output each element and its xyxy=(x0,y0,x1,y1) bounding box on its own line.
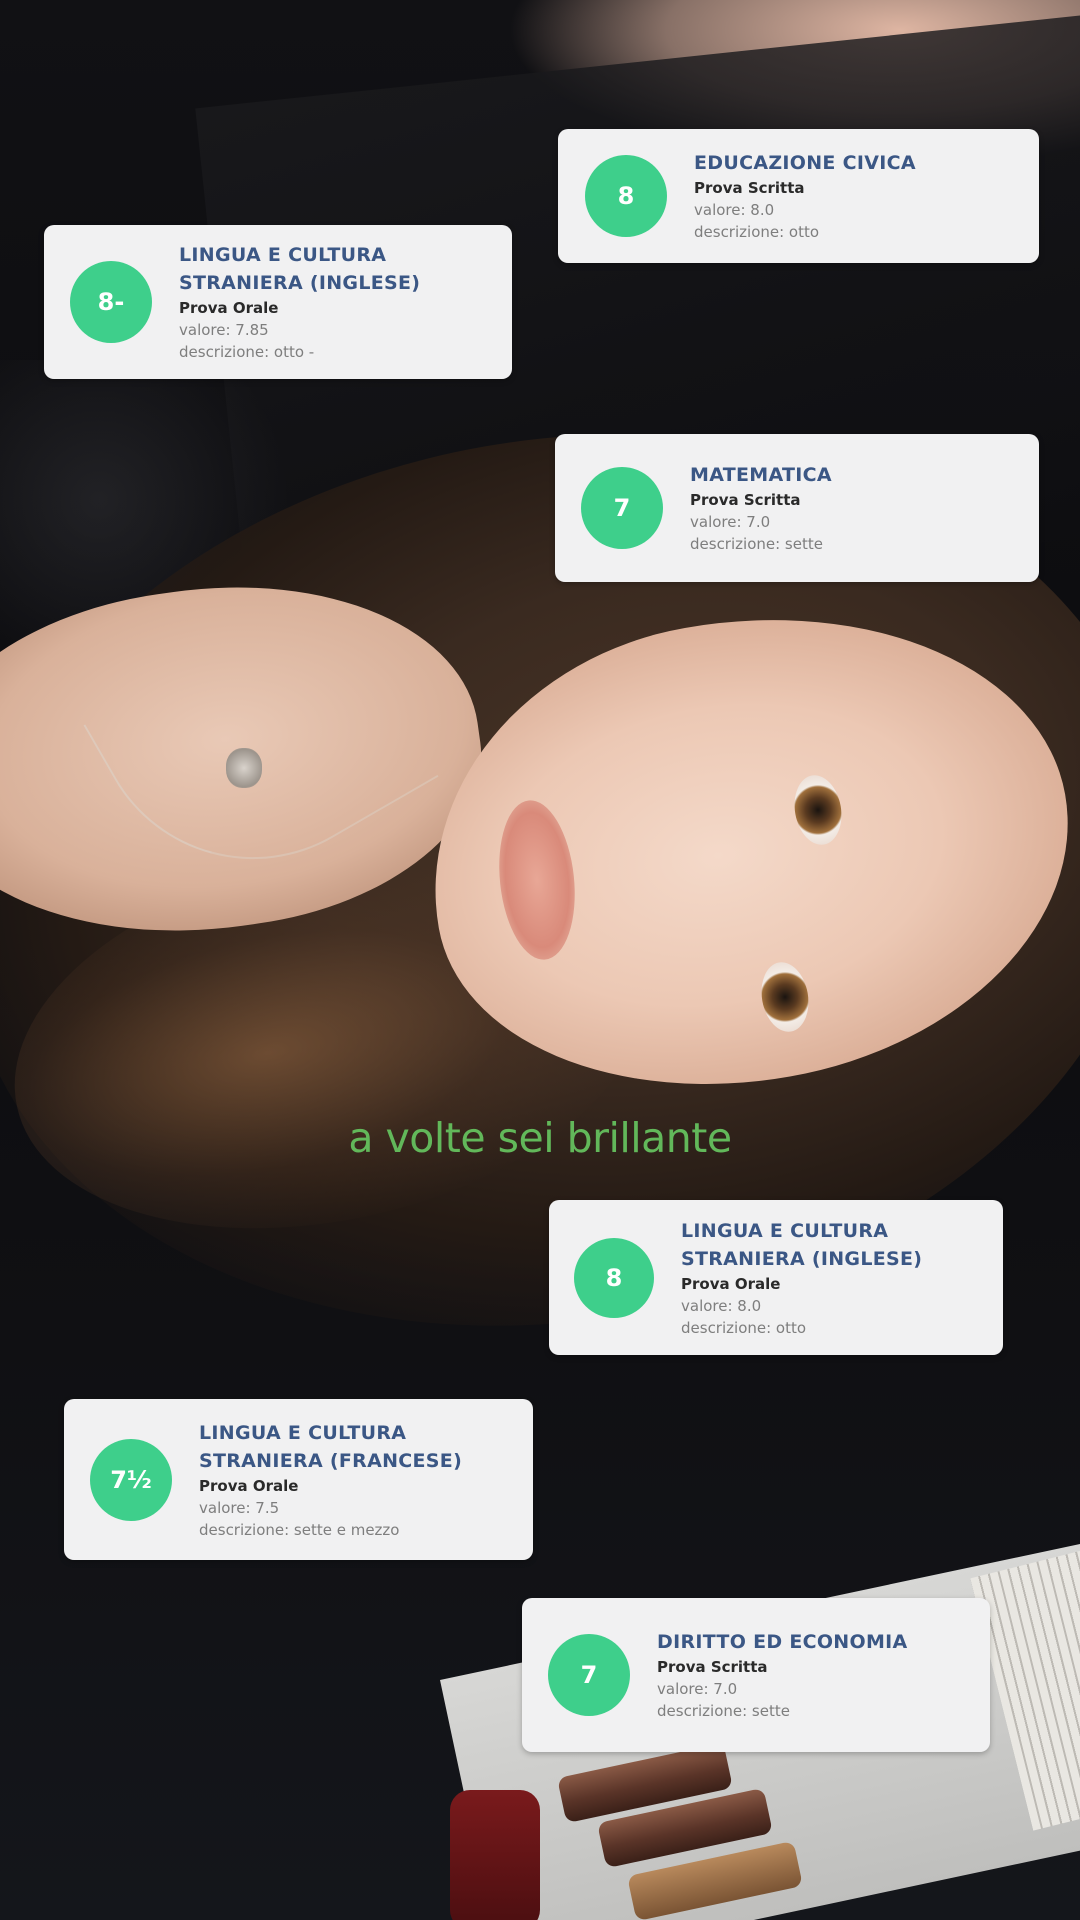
caption-text: a volte sei brillante xyxy=(348,1114,732,1162)
subject-name: LINGUA E CULTURA STRANIERA (INGLESE) xyxy=(681,1219,923,1270)
subject-name: MATEMATICA xyxy=(690,464,832,486)
grade-description: descrizione: otto xyxy=(694,223,820,241)
test-type: Prova Scritta xyxy=(657,1658,768,1676)
grade-badge: 8 xyxy=(574,1237,654,1318)
grade-details: LINGUA E CULTURA STRANIERA (INGLESE) Pro… xyxy=(179,241,469,363)
test-type: Prova Scritta xyxy=(690,491,801,509)
test-type: Prova Orale xyxy=(681,1274,781,1293)
grade-card: 8 EDUCAZIONE CIVICA Prova Scritta valore… xyxy=(558,129,1039,263)
grade-description: descrizione: sette xyxy=(690,535,823,553)
grade-card: 8 LINGUA E CULTURA STRANIERA (INGLESE) P… xyxy=(549,1200,1003,1355)
grade-card: 7 DIRITTO ED ECONOMIA Prova Scritta valo… xyxy=(522,1598,990,1752)
grade-card: 8- LINGUA E CULTURA STRANIERA (INGLESE) … xyxy=(44,225,512,379)
grade-description: descrizione: otto - xyxy=(179,343,315,361)
test-type: Prova Scritta xyxy=(694,179,805,197)
subject-name: DIRITTO ED ECONOMIA xyxy=(657,1631,908,1653)
test-type: Prova Orale xyxy=(199,1476,299,1495)
grade-badge: 7 xyxy=(581,467,663,549)
grade-badge: 8 xyxy=(585,155,667,237)
grade-value: valore: 7.5 xyxy=(199,1498,280,1517)
grade-description: descrizione: sette xyxy=(657,1702,790,1720)
grade-badge: 7 xyxy=(548,1634,630,1716)
subject-name: LINGUA E CULTURA STRANIERA (INGLESE) xyxy=(179,244,421,294)
grade-description: descrizione: otto xyxy=(681,1318,807,1337)
grade-details: LINGUA E CULTURA STRANIERA (FRANCESE) Pr… xyxy=(199,1419,499,1541)
subject-name: EDUCAZIONE CIVICA xyxy=(694,152,916,174)
grade-value: valore: 8.0 xyxy=(694,201,775,219)
grade-value: valore: 8.0 xyxy=(681,1296,762,1315)
grade-card: 7½ LINGUA E CULTURA STRANIERA (FRANCESE)… xyxy=(64,1399,533,1560)
grade-badge: 8- xyxy=(70,261,152,343)
test-type: Prova Orale xyxy=(179,299,279,317)
grade-details: MATEMATICA Prova Scritta valore: 7.0 des… xyxy=(690,461,832,555)
red-bag xyxy=(450,1790,540,1920)
subject-name: LINGUA E CULTURA STRANIERA (FRANCESE) xyxy=(199,1421,463,1472)
grade-details: EDUCAZIONE CIVICA Prova Scritta valore: … xyxy=(694,149,916,243)
grade-card: 7 MATEMATICA Prova Scritta valore: 7.0 d… xyxy=(555,434,1039,582)
grade-details: LINGUA E CULTURA STRANIERA (INGLESE) Pro… xyxy=(681,1217,981,1339)
grade-value: valore: 7.0 xyxy=(657,1680,738,1698)
grade-description: descrizione: sette e mezzo xyxy=(199,1520,400,1539)
grade-value: valore: 7.85 xyxy=(179,321,269,339)
tree-pendant xyxy=(226,748,262,788)
grade-value: valore: 7.0 xyxy=(690,513,771,531)
grade-badge: 7½ xyxy=(90,1438,172,1521)
grade-details: DIRITTO ED ECONOMIA Prova Scritta valore… xyxy=(657,1628,908,1722)
